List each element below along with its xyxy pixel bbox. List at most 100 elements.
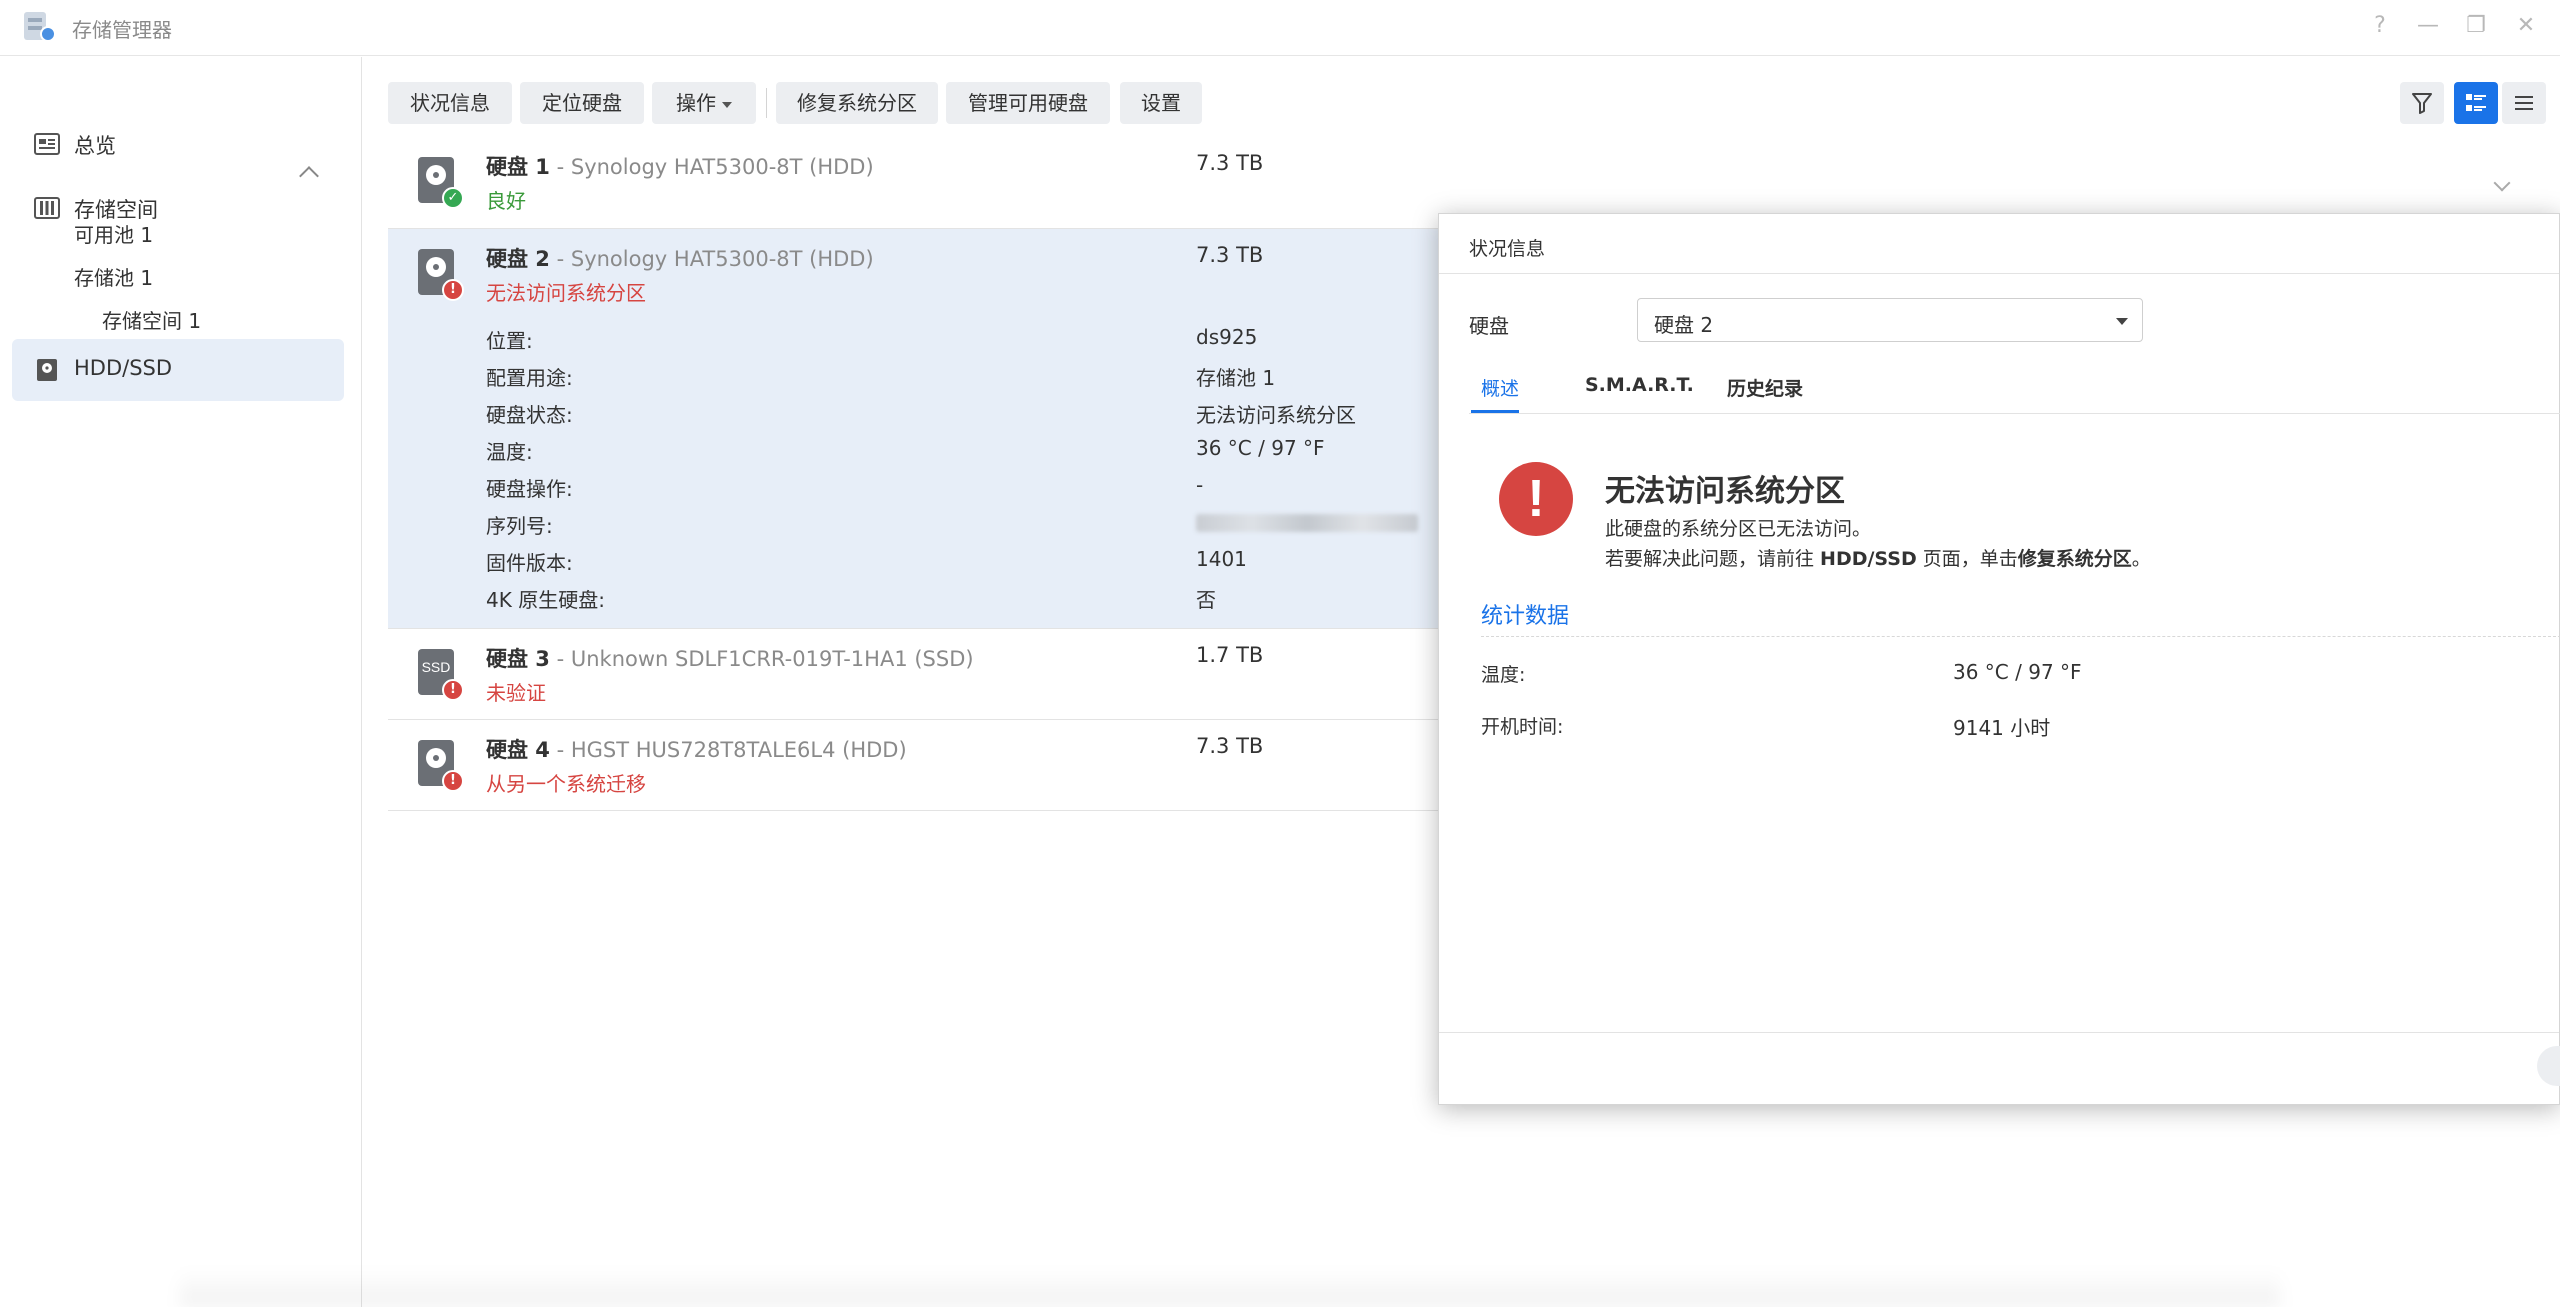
disk-label: 硬盘 1 [486, 155, 550, 179]
minimize-icon[interactable]: — [2414, 12, 2442, 40]
alert-hddssd-link: HDD/SSD [1820, 548, 1917, 570]
disk-label: 硬盘 3 [486, 647, 550, 671]
sidebar-item-storage-pool[interactable]: 存储池 1 [74, 262, 153, 291]
tab-smart[interactable]: S.M.A.R.T. [1585, 374, 1694, 396]
disk-model: - HGST HUS728T8TALE6L4 (HDD) [549, 738, 907, 762]
disk-status: 未验证 [486, 681, 546, 705]
status-error-icon: ! [442, 279, 464, 301]
stat-label-uptime: 开机时间: [1481, 716, 1564, 738]
dialog-tabs: 概述 S.M.A.R.T. 历史纪录 [1469, 364, 2560, 414]
alert-message-2: 若要解决此问题，请前往 HDD/SSD 页面，单击修复系统分区。 [1605, 544, 2151, 571]
sidebar-item-label: HDD/SSD [74, 356, 173, 380]
detail-value-operation: - [1196, 473, 1204, 497]
disk-status: 从另一个系统迁移 [486, 772, 646, 796]
settings-button[interactable]: 设置 [1120, 82, 1202, 124]
tab-history[interactable]: 历史纪录 [1727, 374, 1803, 401]
disk-size: 7.3 TB [1196, 734, 1264, 758]
detail-label-location: 位置: [486, 329, 533, 353]
repair-system-partition-button[interactable]: 修复系统分区 [776, 82, 938, 124]
help-icon[interactable]: ? [2366, 12, 2394, 40]
detail-label-4k-native: 4K 原生硬盘: [486, 588, 605, 612]
app-icon [22, 10, 58, 44]
detail-value-location: ds925 [1196, 325, 1258, 349]
filter-button[interactable] [2400, 82, 2444, 124]
alert-message-2-text: 页面，单击 [1916, 548, 2018, 570]
disk-size: 7.3 TB [1196, 243, 1264, 267]
chevron-down-icon[interactable] [2493, 174, 2511, 192]
detail-label-operation: 硬盘操作: [486, 477, 573, 501]
detail-view-icon [2466, 94, 2486, 111]
sidebar-item-available-pool[interactable]: 可用池 1 [74, 219, 153, 248]
hdd-icon [37, 359, 57, 381]
status-error-icon: ! [442, 770, 464, 792]
detail-value-health: 无法访问系统分区 [1196, 403, 1356, 427]
action-menu-button[interactable]: 操作 [652, 82, 756, 124]
alert-repair-text: 修复系统分区 [2017, 548, 2132, 570]
status-good-icon: ✓ [442, 187, 464, 209]
filter-icon [2412, 93, 2432, 114]
disk-status: 良好 [486, 189, 526, 213]
stat-value-uptime: 9141 小时 [1953, 716, 2051, 740]
close-icon[interactable]: ✕ [2512, 12, 2540, 40]
status-info-button[interactable]: 状况信息 [388, 82, 512, 124]
toolbar-divider [766, 88, 767, 118]
disk-size: 1.7 TB [1196, 643, 1264, 667]
disk-name: 硬盘 2 - Synology HAT5300-8T (HDD) [486, 243, 874, 273]
list-view-button[interactable] [2502, 82, 2546, 124]
disk-name: 硬盘 4 - HGST HUS728T8TALE6L4 (HDD) [486, 734, 907, 764]
alert-message-1: 此硬盘的系统分区已无法访问。 [1605, 518, 1872, 540]
locate-disk-button[interactable]: 定位硬盘 [520, 82, 644, 124]
alert-message-2-text: 若要解决此问题，请前往 [1605, 548, 1821, 570]
dialog-footer [1439, 1032, 2559, 1033]
sidebar-item-label: 总览 [74, 134, 116, 158]
disk-label: 硬盘 2 [486, 247, 550, 271]
status-error-icon: ! [442, 679, 464, 701]
disk-size: 7.3 TB [1196, 151, 1264, 175]
caret-down-icon [2116, 318, 2128, 325]
detail-label-firmware: 固件版本: [486, 551, 573, 575]
list-view-icon [2515, 96, 2533, 110]
disk-select-label: 硬盘 [1469, 314, 1509, 338]
sidebar-item-overview[interactable]: 总览 [12, 113, 344, 175]
dialog-header: 状况信息 [1439, 214, 2559, 274]
section-divider [1481, 636, 2560, 637]
sidebar: 总览 存储空间 可用池 1 存储池 1 存储空间 1 HDD/SSD [0, 57, 362, 1307]
caret-down-icon [722, 101, 732, 108]
error-alert-icon: ! [1499, 462, 1573, 536]
alert-title: 无法访问系统分区 [1605, 474, 1845, 509]
detail-view-button[interactable] [2454, 82, 2498, 124]
stat-label-temperature: 温度: [1481, 664, 1526, 686]
detail-label-temperature: 温度: [486, 440, 533, 464]
sidebar-item-storage[interactable]: 存储空间 [12, 177, 344, 239]
disk-label: 硬盘 4 [486, 738, 550, 762]
disk-model: - Synology HAT5300-8T (HDD) [549, 155, 874, 179]
manage-available-drives-button[interactable]: 管理可用硬盘 [946, 82, 1110, 124]
status-info-dialog: 状况信息 硬盘 硬盘 2 概述 S.M.A.R.T. 历史纪录 ! 无法访问系统… [1438, 213, 2560, 1105]
storage-icon [34, 197, 60, 219]
detail-label-health: 硬盘状态: [486, 403, 573, 427]
disk-select-value: 硬盘 2 [1654, 313, 1714, 337]
bottom-shadow [180, 1270, 2280, 1307]
disk-model: - Synology HAT5300-8T (HDD) [549, 247, 874, 271]
detail-label-serial: 序列号: [486, 514, 553, 538]
sidebar-item-volume[interactable]: 存储空间 1 [102, 305, 201, 334]
sidebar-item-hddssd[interactable]: HDD/SSD [12, 339, 344, 401]
detail-value-firmware: 1401 [1196, 547, 1247, 571]
detail-value-4k-native: 否 [1196, 588, 1216, 612]
title-bar: 存储管理器 ? — ❐ ✕ [0, 0, 2560, 56]
disk-model: - Unknown SDLF1CRR-019T-1HA1 (SSD) [549, 647, 974, 671]
tab-overview[interactable]: 概述 [1481, 374, 1519, 401]
detail-label-allocation: 配置用途: [486, 366, 573, 390]
disk-status: 无法访问系统分区 [486, 281, 646, 305]
dialog-title: 状况信息 [1469, 238, 1546, 260]
disk-name: 硬盘 3 - Unknown SDLF1CRR-019T-1HA1 (SSD) [486, 643, 974, 673]
close-dialog-button[interactable] [2537, 1046, 2560, 1086]
action-menu-label: 操作 [676, 91, 716, 115]
active-tab-underline [1471, 410, 1519, 413]
restore-icon[interactable]: ❐ [2462, 12, 2490, 40]
detail-value-allocation: 存储池 1 [1196, 366, 1276, 390]
disk-select[interactable]: 硬盘 2 [1637, 298, 2143, 342]
section-title-statistics: 统计数据 [1481, 604, 1570, 629]
disk-name: 硬盘 1 - Synology HAT5300-8T (HDD) [486, 151, 874, 181]
alert-message-2-text: 。 [2131, 548, 2151, 570]
